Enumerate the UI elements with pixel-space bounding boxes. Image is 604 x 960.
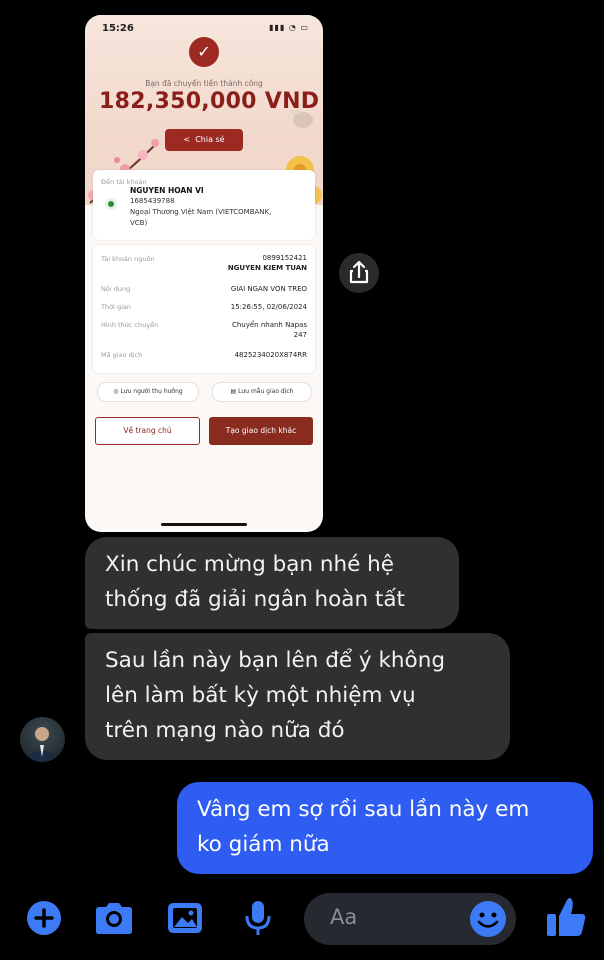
new-transaction-button[interactable]: Tạo giao dịch khác bbox=[209, 417, 313, 445]
share-icon bbox=[349, 260, 369, 284]
save-template-label: Lưu mẫu giao dịch bbox=[238, 388, 294, 395]
recipient-name: NGUYEN HOAN VI bbox=[130, 186, 204, 195]
detail-label-source: Tài khoản nguồn bbox=[101, 255, 155, 263]
share-button[interactable]: < Chia sẻ bbox=[165, 129, 243, 151]
transfer-amount: 182,350,000 VND bbox=[99, 89, 320, 114]
bank-logo-icon bbox=[105, 198, 117, 210]
gallery-icon[interactable] bbox=[164, 898, 206, 938]
user-icon: ◎ bbox=[113, 388, 119, 395]
home-indicator bbox=[161, 523, 247, 526]
share-small-icon: < bbox=[183, 135, 193, 144]
success-message: Bạn đã chuyển tiền thành công bbox=[145, 79, 263, 88]
detail-label-txid: Mã giao dịch bbox=[101, 351, 143, 359]
message-bubble-incoming[interactable]: Sau lần này bạn lên để ý không lên làm b… bbox=[85, 633, 510, 760]
emoji-icon[interactable] bbox=[467, 898, 509, 940]
detail-value-txid: 4825234020X874RR bbox=[234, 351, 307, 359]
save-beneficiary-button[interactable]: ◎ Lưu người thụ hưởng bbox=[97, 382, 199, 402]
detail-value-source-name: NGUYEN KIEM TUAN bbox=[227, 264, 307, 272]
detail-value-time: 15:26:55, 02/06/2024 bbox=[230, 303, 307, 311]
detail-value-method: Chuyển nhanh Napas bbox=[231, 321, 307, 329]
recipient-title: Đến tài khoản bbox=[101, 178, 147, 186]
message-line: lên làm bất kỳ một nhiệm vụ bbox=[105, 683, 416, 708]
save-template-button[interactable]: ▤ Lưu mẫu giao dịch bbox=[212, 382, 312, 402]
avatar-person-icon bbox=[28, 727, 57, 762]
plus-icon[interactable] bbox=[24, 898, 64, 938]
camera-icon[interactable] bbox=[92, 898, 136, 938]
detail-label-content: Nội dung bbox=[101, 285, 131, 293]
transfer-receipt-image[interactable]: 15:26 ▮▮▮ ◔ ▭ ✓ Bạn đã chuyển tiền thành… bbox=[85, 15, 323, 532]
save-beneficiary-label: Lưu người thụ hưởng bbox=[120, 388, 183, 395]
message-line: trên mạng nào nữa đó bbox=[105, 718, 345, 743]
message-input-placeholder: Aa bbox=[330, 905, 358, 929]
template-icon: ▤ bbox=[230, 388, 237, 395]
share-attachment-button[interactable] bbox=[339, 253, 379, 293]
detail-label-time: Thời gian bbox=[101, 303, 131, 311]
message-line: Xin chúc mừng bạn nhé hệ bbox=[105, 552, 395, 577]
message-bubble-incoming[interactable]: Xin chúc mừng bạn nhé hệ thống đã giải n… bbox=[85, 537, 459, 629]
status-icons: ▮▮▮ ◔ ▭ bbox=[269, 23, 309, 32]
detail-value-content: GIAI NGAN VON TREO bbox=[230, 285, 307, 293]
detail-value-method-2: 247 bbox=[293, 331, 307, 339]
status-time: 15:26 bbox=[102, 23, 134, 34]
detail-value-source: 0899152421 bbox=[262, 254, 307, 262]
thumbs-up-icon[interactable] bbox=[544, 894, 588, 940]
share-button-label: Chia sẻ bbox=[195, 135, 225, 144]
detail-label-method: Hình thức chuyển bbox=[101, 321, 159, 329]
message-line: Sau lần này bạn lên để ý không bbox=[105, 648, 445, 673]
transaction-details-card: Tài khoản nguồn 0899152421 NGUYEN KIEM T… bbox=[93, 245, 315, 373]
contact-avatar[interactable] bbox=[20, 717, 65, 762]
recipient-card: Đến tài khoản NGUYEN HOAN VI 1685439788 … bbox=[93, 170, 315, 240]
recipient-account: 1685439788 bbox=[130, 197, 175, 205]
message-line: thống đã giải ngân hoàn tất bbox=[105, 587, 405, 612]
success-check-icon: ✓ bbox=[189, 37, 219, 67]
home-button[interactable]: Về trang chủ bbox=[95, 417, 200, 445]
microphone-icon[interactable] bbox=[238, 898, 278, 938]
message-line: ko giám nữa bbox=[197, 832, 330, 857]
message-line: Vâng em sợ rồi sau lần này em bbox=[197, 797, 530, 822]
message-bubble-outgoing[interactable]: Vâng em sợ rồi sau lần này em ko giám nữ… bbox=[177, 782, 593, 874]
recipient-bank-line2: VCB) bbox=[130, 219, 148, 227]
recipient-bank-line1: Ngoại Thương Việt Nam (VIETCOMBANK, bbox=[130, 208, 272, 216]
